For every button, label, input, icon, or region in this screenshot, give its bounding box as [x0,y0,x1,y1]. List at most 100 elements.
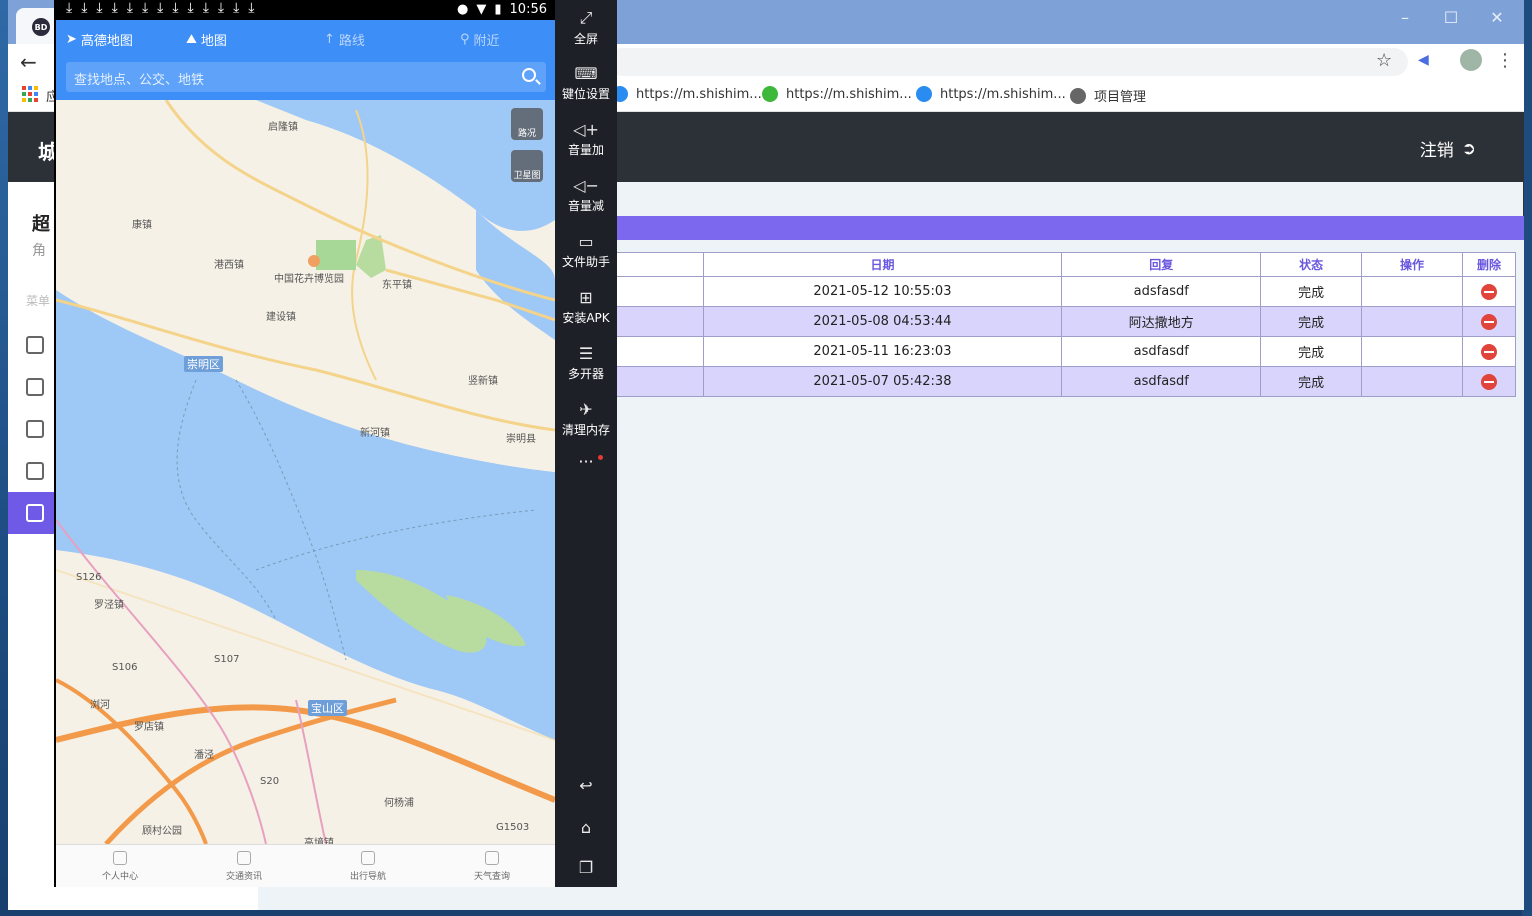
table-cell-date: 2021-05-08 04:53:44 [702,306,1063,337]
table-cell-status: 完成 [1260,306,1363,337]
bookmark-4[interactable]: 项目管理 [1070,86,1146,105]
table-cell-delete [1461,276,1517,307]
extension-icon[interactable]: ◀ [1418,52,1434,68]
clean-memory-button[interactable]: ✈ 清理内存 [555,400,617,438]
volume-down-button[interactable]: ◁− 音量减 [555,176,617,214]
delete-icon[interactable] [1480,283,1497,300]
tab-nearby[interactable]: ⚲ 附近 [460,30,500,49]
page-icon [26,420,44,438]
fullscreen-label: 全屏 [573,32,598,46]
bottom-nav-navigation[interactable]: 出行导航 [328,849,408,882]
amap-app-name: 高德地图 [80,34,133,49]
table-cell-action [1361,336,1463,367]
satellite-button[interactable]: 卫星图 [511,150,543,182]
apk-icon: ⊞ [579,288,593,307]
maximize-icon[interactable]: ☐ [1434,6,1468,28]
volume-up-icon: ◁+ [573,120,599,139]
clean-memory-label: 清理内存 [561,423,610,437]
bottom-nav-label: 交通资讯 [225,872,262,882]
bookmark-star-icon[interactable]: ☆ [1376,50,1392,71]
bookmark-2-label: https://m.shishim... [786,86,912,102]
apps-grid-icon[interactable] [22,86,38,102]
keymap-button[interactable]: ⌨ 键位设置 [555,64,617,102]
multi-instance-button[interactable]: ☰ 多开器 [555,344,617,382]
monitor-icon: ▭ [578,232,594,251]
home-icon: ⌂ [580,818,592,837]
map-view[interactable]: 启隆镇 康镇 港西镇 中国花卉博览园 东平镇 建设镇 崇明区 竖新镇 新河镇 崇… [56,100,555,844]
browser-menu-icon[interactable]: ⋮ [1496,50,1514,71]
sidebar-subtitle: 角 [32,243,46,259]
search-icon[interactable] [522,68,536,82]
table-cell-status: 完成 [1260,276,1363,307]
satellite-label: 卫星图 [513,171,541,181]
grid-icon [237,851,251,865]
amap-tabs: ➤ 高德地图 ⛰ 地图 ↑ 路线 ⚲ 附近 [56,20,555,58]
bookmark-4-label: 项目管理 [1094,90,1147,105]
map-label: 崇明县 [506,434,536,445]
android-home-button[interactable]: ⌂ [555,818,617,839]
table-header-delete: 删除 [1461,252,1517,277]
map-road-label: S20 [260,776,280,787]
volume-up-button[interactable]: ◁+ 音量加 [555,120,617,158]
table-cell-action [1361,276,1463,307]
volume-down-label: 音量减 [567,199,604,213]
traffic-button[interactable]: 路况 [511,108,543,140]
delete-icon[interactable] [1480,373,1497,390]
page-icon [26,462,44,480]
install-apk-button[interactable]: ⊞ 安装APK [555,288,617,326]
amap-bottom-nav: 个人中心 交通资讯 出行导航 天气查询 [56,844,555,887]
file-helper-button[interactable]: ▭ 文件助手 [555,232,617,270]
table-header-date: 日期 [702,252,1063,277]
bottom-nav-profile[interactable]: 个人中心 [80,849,160,882]
delete-icon[interactable] [1480,343,1497,360]
bottom-nav-label: 出行导航 [349,872,386,882]
back-arrow-icon[interactable]: ← [20,50,37,74]
bookmark-3[interactable]: https://m.shishim... [916,86,1066,102]
stack-icon: ☰ [578,344,594,363]
map-district-label: 崇明区 [184,356,223,372]
map-district-label: 宝山区 [308,700,347,716]
map-label: 康镇 [132,220,152,231]
map-label: 何杨浦 [384,798,414,809]
tab-map[interactable]: ⛰ 地图 [186,30,227,49]
minimize-icon[interactable]: – [1388,6,1422,28]
bottom-nav-weather[interactable]: 天气查询 [452,849,532,882]
more-icon: ··· [578,452,594,471]
tab-route[interactable]: ↑ 路线 [324,30,365,49]
map-label: 启隆镇 [268,122,298,133]
android-back-button[interactable]: ↩ [555,776,617,797]
android-recents-button[interactable]: ❐ [555,858,617,879]
map-road-label: S107 [214,654,240,665]
fullscreen-button[interactable]: ⤢ 全屏 [555,8,617,47]
bookmark-2[interactable]: https://m.shishim... [762,86,912,102]
more-button[interactable]: ··· [555,452,617,471]
tab-map-label: 地图 [200,34,227,49]
table-cell-delete [1461,366,1517,397]
emulator-sidebar: ⤢ 全屏 ⌨ 键位设置 ◁+ 音量加 ◁− 音量减 ▭ 文件助手 ⊞ 安装APK ☰ 多开器 … [555,0,617,887]
back-icon: ↩ [579,776,593,795]
emulator-window: ⤓⤓⤓⤓⤓⤓⤓⤓⤓⤓⤓⤓⤓ ● ▼ ▮ 10:56 ➤ 高德地图 ⛰ 地图 ↑ … [54,0,617,887]
map-label: 潘泾 [194,750,214,761]
table-header-reply: 回复 [1061,252,1262,277]
battery-icon: ▮ [494,2,502,17]
table-cell-reply: 阿达撒地方 [1061,306,1262,337]
traffic-label: 路况 [517,129,536,139]
map-search-input[interactable]: 查找地点、公交、地铁 [66,62,546,92]
address-bar[interactable] [608,48,1408,76]
delete-icon[interactable] [1480,313,1497,330]
bottom-nav-traffic[interactable]: 交通资讯 [204,849,284,882]
profile-avatar[interactable] [1460,49,1482,71]
close-icon[interactable]: ✕ [1480,6,1514,28]
map-label: 竖新镇 [468,376,498,387]
table-cell-status: 完成 [1260,336,1363,367]
wifi-icon: ▼ [476,2,487,17]
recents-icon: ❐ [578,858,594,877]
volume-down-icon: ◁− [573,176,599,195]
keyboard-icon: ⌨ [574,64,598,83]
logout-button[interactable]: 注销 ➲ [1419,136,1476,162]
amap-header: ➤ 高德地图 ⛰ 地图 ↑ 路线 ⚲ 附近 查找地点、公交、地铁 [56,20,555,100]
logout-label: 注销 [1419,141,1454,161]
bookmark-1[interactable]: https://m.shishim... [612,86,762,102]
page-icon [26,378,44,396]
page-icon [26,336,44,354]
